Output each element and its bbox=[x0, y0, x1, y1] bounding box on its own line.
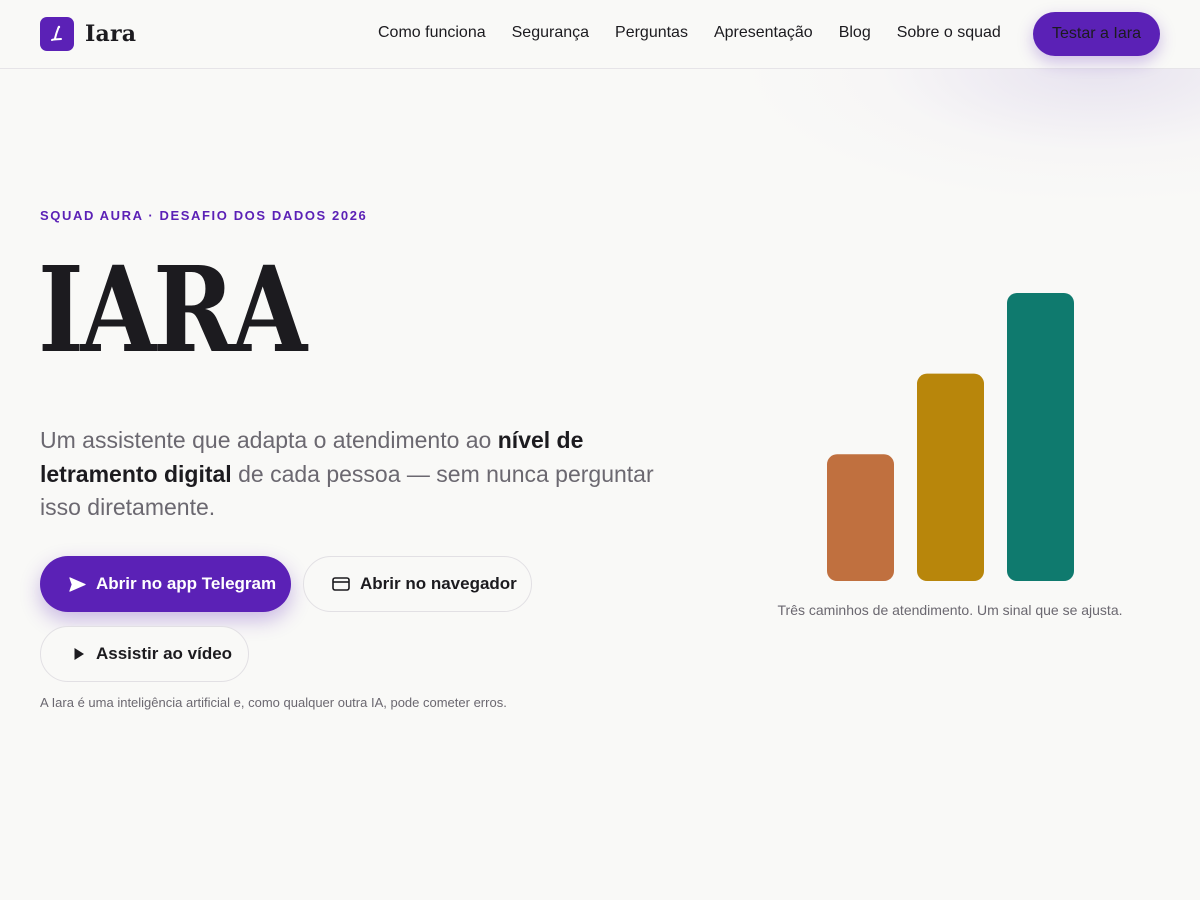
ai-disclaimer: A Iara é uma inteligência artificial e, … bbox=[40, 695, 507, 710]
open-browser-button[interactable]: Abrir no navegador bbox=[303, 556, 532, 612]
signal-bar-2 bbox=[917, 373, 984, 581]
main-nav: Como funciona Segurança Perguntas Aprese… bbox=[378, 22, 1001, 44]
open-telegram-label: Abrir no app Telegram bbox=[96, 574, 277, 593]
try-iara-button[interactable]: Testar a Iara bbox=[1033, 12, 1160, 56]
hero-background-glow bbox=[520, 69, 1200, 369]
top-navbar: Iara Como funciona Segurança Perguntas A… bbox=[0, 0, 1200, 69]
hero-title: IARA bbox=[38, 240, 307, 379]
hero-eyebrow: SQUAD AURA · DESAFIO DOS DADOS 2026 bbox=[40, 208, 368, 223]
hero-lead: Um assistente que adapta o atendimento a… bbox=[40, 424, 680, 525]
nav-link-perguntas[interactable]: Perguntas bbox=[615, 22, 688, 44]
signal-bar-1 bbox=[827, 454, 894, 581]
nav-link-sobre-o-squad[interactable]: Sobre o squad bbox=[897, 22, 1001, 44]
nav-link-apresentacao[interactable]: Apresentação bbox=[714, 22, 813, 44]
iara-logo-icon bbox=[40, 17, 74, 51]
brand-name: Iara bbox=[85, 21, 137, 47]
open-browser-label: Abrir no navegador bbox=[360, 574, 517, 593]
lead-text-start: Um assistente que adapta o atendimento a… bbox=[40, 427, 498, 453]
nav-link-blog[interactable]: Blog bbox=[839, 22, 871, 44]
brand-logo[interactable]: Iara bbox=[40, 17, 136, 51]
nav-link-seguranca[interactable]: Segurança bbox=[512, 22, 589, 44]
watch-video-label: Assistir ao vídeo bbox=[96, 644, 233, 663]
nav-link-como-funciona[interactable]: Como funciona bbox=[378, 22, 486, 44]
open-telegram-button[interactable]: Abrir no app Telegram bbox=[40, 556, 291, 612]
browser-window-icon bbox=[331, 574, 351, 594]
illustration-caption: Três caminhos de atendimento. Um sinal q… bbox=[777, 602, 1123, 618]
watch-video-button[interactable]: Assistir ao vídeo bbox=[40, 626, 249, 682]
play-icon bbox=[71, 644, 87, 664]
send-icon bbox=[67, 574, 87, 594]
signal-bar-3 bbox=[1007, 293, 1074, 581]
